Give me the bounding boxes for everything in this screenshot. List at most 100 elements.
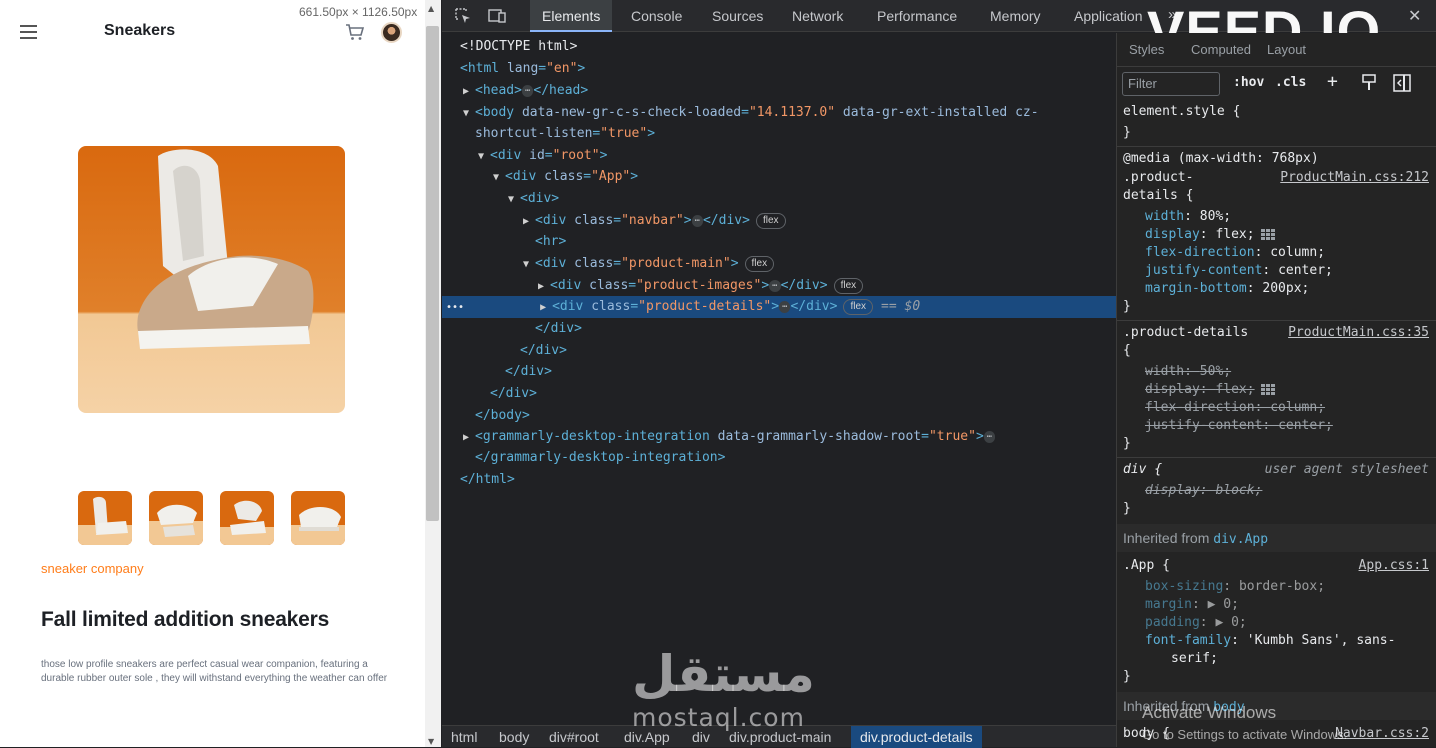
dom-node-navbar[interactable]: ▶ <div class="navbar"> ⋯ </div> flex [523,210,786,232]
css-property[interactable]: padding: ▶ 0; [1145,614,1247,632]
thumbnail-3[interactable] [220,491,274,545]
css-property[interactable]: flex-direction: column; [1145,244,1325,262]
inherited-link-app[interactable]: div.App [1213,532,1268,547]
ellipsis-icon[interactable]: ⋯ [521,84,534,97]
collapse-triangle-icon[interactable]: ▼ [463,103,475,125]
expand-triangle-icon[interactable]: ▶ [540,297,552,319]
rule1-source-link[interactable]: ProductMain.css:212 [1280,169,1429,187]
collapse-triangle-icon[interactable]: ▼ [523,254,535,276]
dom-node-grammarly[interactable]: ▶ <grammarly-desktop-integration data-gra… [463,426,996,449]
rule2-selector[interactable]: .product-details ProductMain.css:35 [1123,324,1431,342]
dom-node-head[interactable]: ▶ <head> ⋯ </head> [463,80,588,102]
rule2-source-link[interactable]: ProductMain.css:35 [1288,324,1429,342]
expand-triangle-icon[interactable]: ▶ [463,81,475,103]
dom-node-app[interactable]: ▼ <div class="App"> [493,166,638,188]
tab-performance[interactable]: Performance [877,0,957,32]
hamburger-icon[interactable] [20,25,37,39]
css-property[interactable]: width: 80%; [1145,208,1231,226]
expand-triangle-icon[interactable]: ▶ [523,211,535,233]
scroll-up-icon[interactable]: ▲ [428,4,434,13]
flex-badge[interactable]: flex [843,298,874,315]
tab-layout[interactable]: Layout [1267,42,1306,57]
dom-node-product-main[interactable]: ▼ <div class="product-main"> flex [523,253,775,276]
css-property[interactable]: box-sizing: border-box; [1145,578,1325,596]
css-property[interactable]: justify-content: center; [1145,262,1333,280]
dom-node-product-details[interactable]: ••• ▶ <div class="product-details"> ⋯ </div>… [442,296,1116,318]
flex-badge[interactable]: flex [755,212,786,229]
hov-toggle[interactable]: :hov [1233,75,1264,90]
ellipsis-icon[interactable]: ⋯ [691,214,703,227]
dom-node-grammarly-close[interactable]: </grammarly-desktop-integration> [475,447,725,469]
css-property-overridden[interactable]: justify-content: center; [1145,417,1333,435]
product-main-image[interactable] [78,146,345,413]
tab-elements[interactable]: Elements [530,0,613,32]
breadcrumb-html[interactable]: html [451,729,477,745]
expand-triangle-icon[interactable]: ▶ [463,427,475,449]
brand-logo[interactable]: Sneakers [104,22,175,40]
cls-toggle[interactable]: .cls [1275,75,1306,90]
tab-network[interactable]: Network [792,0,843,32]
dom-node-body-close[interactable]: </body> [475,405,530,427]
flex-badge[interactable]: flex [833,277,864,294]
css-property[interactable]: display: flex; [1145,226,1275,244]
css-property-overridden[interactable]: display: flex; [1145,381,1275,399]
app-source-link[interactable]: App.css:1 [1359,557,1429,575]
css-property-overridden[interactable]: width: 50%; [1145,363,1231,381]
inspect-element-icon[interactable] [454,7,472,25]
device-toolbar-icon[interactable] [488,7,506,25]
ellipsis-icon[interactable]: ⋯ [983,430,996,443]
dom-node-hr[interactable]: <hr> [535,231,566,253]
tab-console[interactable]: Console [631,0,682,32]
tab-styles[interactable]: Styles [1129,42,1164,57]
collapse-triangle-icon[interactable]: ▼ [493,167,505,189]
dom-node-doctype[interactable]: <!DOCTYPE html> [460,36,577,58]
expand-triangle-icon[interactable]: ▶ [538,276,550,298]
rule1-selector-cont[interactable]: details { [1123,187,1193,205]
dom-node-close[interactable]: </div> [520,340,567,362]
paint-brush-icon[interactable] [1361,74,1377,92]
dom-node-close[interactable]: </div> [490,383,537,405]
scrollbar-thumb[interactable] [426,26,439,521]
flex-editor-icon[interactable] [1260,228,1275,241]
dom-node-root[interactable]: ▼ <div id="root"> [478,145,607,167]
dom-node-close[interactable]: </div> [535,318,582,340]
collapse-triangle-icon[interactable]: ▼ [478,146,490,168]
ellipsis-icon[interactable]: ⋯ [779,300,791,313]
dom-node-html-close[interactable]: </html> [460,469,515,491]
css-property-overridden[interactable]: flex-direction: column; [1145,399,1325,417]
close-icon[interactable]: ✕ [1408,6,1421,26]
app-rule-selector[interactable]: .App {App.css:1 [1123,557,1431,575]
tab-sources[interactable]: Sources [712,0,763,32]
thumbnail-2[interactable] [149,491,203,545]
css-property[interactable]: font-family: 'Kumbh Sans', sans- [1145,632,1395,650]
thumbnail-4[interactable] [291,491,345,545]
body-source-link[interactable]: Navbar.css:2 [1335,725,1429,743]
collapse-triangle-icon[interactable]: ▼ [508,189,520,211]
dom-node-body-cont[interactable]: shortcut-listen="true"> [475,123,655,145]
avatar[interactable] [381,22,402,43]
tab-memory[interactable]: Memory [990,0,1041,32]
element-style-selector[interactable]: element.style { [1123,103,1240,121]
ellipsis-icon[interactable]: ⋯ [769,279,781,292]
breadcrumb-product-details[interactable]: div.product-details [851,726,982,748]
dom-node-body[interactable]: ▼ <body data-new-gr-c-s-check-loaded="14.… [463,102,1039,124]
flex-editor-icon[interactable] [1260,383,1275,396]
dom-node-div[interactable]: ▼ <div> [508,188,559,210]
dom-node-html[interactable]: <html lang="en"> [460,58,585,80]
flex-badge[interactable]: flex [744,255,775,272]
cart-icon[interactable] [345,23,365,41]
dom-node-product-images[interactable]: ▶ <div class="product-images"> ⋯ </div> flex [538,275,864,298]
rule1-selector[interactable]: .product- ProductMain.css:212 [1123,169,1431,187]
tab-application[interactable]: Application [1074,0,1143,32]
row-actions-icon[interactable]: ••• [446,302,464,313]
css-property[interactable]: margin: ▶ 0; [1145,596,1239,614]
new-rule-icon[interactable]: + [1327,71,1338,92]
tab-computed[interactable]: Computed [1191,42,1251,57]
dom-node-close[interactable]: </div> [505,361,552,383]
sidebar-toggle-icon[interactable] [1393,74,1411,92]
breadcrumb-body[interactable]: body [499,729,529,745]
breadcrumb-root[interactable]: div#root [549,729,599,745]
css-property[interactable]: margin-bottom: 200px; [1145,280,1309,298]
styles-filter-input[interactable]: Filter [1122,72,1220,96]
scroll-down-icon[interactable]: ▼ [428,737,434,746]
